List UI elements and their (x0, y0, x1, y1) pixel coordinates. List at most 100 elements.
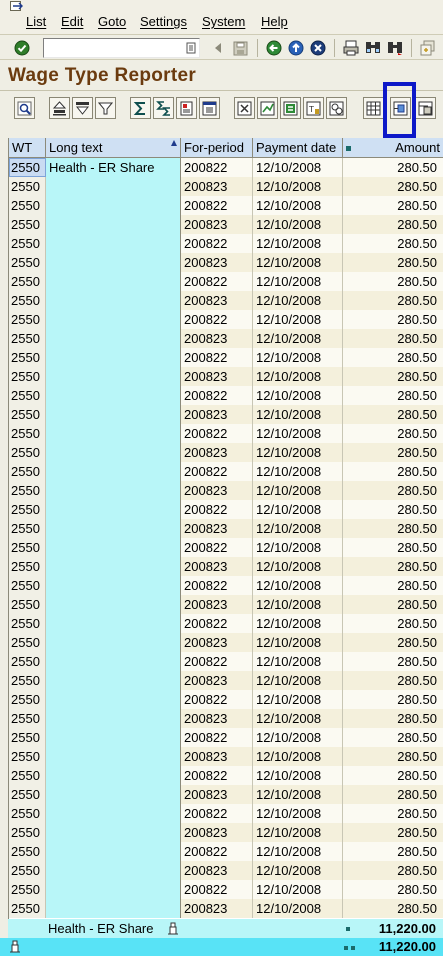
graphic-icon[interactable] (257, 97, 278, 119)
menu-list[interactable]: List (26, 14, 46, 29)
cell-amount[interactable]: 280.50 (343, 348, 443, 367)
local-file-icon[interactable]: T (303, 97, 324, 119)
sort-descending-icon[interactable] (72, 97, 93, 119)
cell-for-period[interactable]: 200822 (181, 880, 253, 899)
cell-amount[interactable]: 280.50 (343, 861, 443, 880)
column-header-amount[interactable]: Amount (343, 138, 443, 158)
cell-for-period[interactable]: 200823 (181, 861, 253, 880)
cell-long-text[interactable] (46, 272, 181, 291)
cell-amount[interactable]: 280.50 (343, 405, 443, 424)
find-icon[interactable] (363, 38, 383, 58)
cell-wt[interactable]: 2550 (9, 804, 46, 823)
cell-for-period[interactable]: 200822 (181, 500, 253, 519)
cell-long-text[interactable] (46, 747, 181, 766)
cell-wt[interactable]: 2550 (9, 690, 46, 709)
cell-for-period[interactable]: 200823 (181, 177, 253, 196)
cell-for-period[interactable]: 200823 (181, 443, 253, 462)
column-header-payment-date[interactable]: Payment date (253, 138, 343, 158)
cell-for-period[interactable]: 200822 (181, 462, 253, 481)
cell-long-text[interactable] (46, 310, 181, 329)
back-green-icon[interactable] (264, 38, 284, 58)
command-field-dropdown-icon[interactable] (186, 42, 196, 54)
cell-for-period[interactable]: 200822 (181, 424, 253, 443)
table-row[interactable]: 2550 200823 12/10/2008 280.50 (9, 367, 443, 386)
cancel-icon[interactable] (308, 38, 328, 58)
cell-for-period[interactable]: 200822 (181, 842, 253, 861)
cell-wt[interactable]: 2550 (9, 633, 46, 652)
cell-amount[interactable]: 280.50 (343, 329, 443, 348)
cell-wt[interactable]: 2550 (9, 310, 46, 329)
cell-payment-date[interactable]: 12/10/2008 (253, 519, 343, 538)
cell-long-text[interactable] (46, 196, 181, 215)
table-row[interactable]: 2550 200823 12/10/2008 280.50 (9, 899, 443, 918)
cell-amount[interactable]: 280.50 (343, 880, 443, 899)
table-row[interactable]: 2550 200822 12/10/2008 280.50 (9, 424, 443, 443)
cell-payment-date[interactable]: 12/10/2008 (253, 785, 343, 804)
cell-long-text[interactable] (46, 500, 181, 519)
cell-payment-date[interactable]: 12/10/2008 (253, 538, 343, 557)
find-next-icon[interactable] (385, 38, 405, 58)
cell-for-period[interactable]: 200822 (181, 766, 253, 785)
cell-for-period[interactable]: 200822 (181, 348, 253, 367)
enter-checkmark-icon[interactable] (12, 38, 32, 58)
cell-for-period[interactable]: 200823 (181, 519, 253, 538)
cell-long-text[interactable]: Health - ER Share (46, 158, 181, 177)
cell-long-text[interactable] (46, 728, 181, 747)
cell-for-period[interactable]: 200822 (181, 196, 253, 215)
cell-for-period[interactable]: 200822 (181, 272, 253, 291)
cell-amount[interactable]: 280.50 (343, 766, 443, 785)
table-row[interactable]: 2550 200822 12/10/2008 280.50 (9, 538, 443, 557)
cell-for-period[interactable]: 200823 (181, 557, 253, 576)
cell-long-text[interactable] (46, 671, 181, 690)
cell-wt[interactable]: 2550 (9, 462, 46, 481)
cell-amount[interactable]: 280.50 (343, 747, 443, 766)
table-row[interactable]: 2550 200823 12/10/2008 280.50 (9, 177, 443, 196)
cell-payment-date[interactable]: 12/10/2008 (253, 557, 343, 576)
cell-payment-date[interactable]: 12/10/2008 (253, 424, 343, 443)
table-row[interactable]: 2550 200823 12/10/2008 280.50 (9, 785, 443, 804)
table-row[interactable]: 2550 200822 12/10/2008 280.50 (9, 310, 443, 329)
cell-for-period[interactable]: 200822 (181, 804, 253, 823)
cell-wt[interactable]: 2550 (9, 861, 46, 880)
table-row[interactable]: 2550 200822 12/10/2008 280.50 (9, 234, 443, 253)
create-session-icon[interactable] (418, 38, 438, 58)
save-layout-icon[interactable] (415, 97, 436, 119)
table-row[interactable]: 2550 200823 12/10/2008 280.50 (9, 747, 443, 766)
cell-amount[interactable]: 280.50 (343, 177, 443, 196)
exit-up-icon[interactable] (286, 38, 306, 58)
cell-long-text[interactable] (46, 462, 181, 481)
cell-amount[interactable]: 280.50 (343, 557, 443, 576)
sum-icon[interactable] (130, 97, 151, 119)
cell-long-text[interactable] (46, 291, 181, 310)
back-arrow-icon[interactable] (208, 38, 228, 58)
cell-for-period[interactable]: 200822 (181, 158, 253, 177)
cell-payment-date[interactable]: 12/10/2008 (253, 766, 343, 785)
cell-wt[interactable]: 2550 (9, 348, 46, 367)
cell-wt[interactable]: 2550 (9, 823, 46, 842)
cell-wt[interactable]: 2550 (9, 196, 46, 215)
cell-payment-date[interactable]: 12/10/2008 (253, 690, 343, 709)
cell-long-text[interactable] (46, 443, 181, 462)
cell-long-text[interactable] (46, 861, 181, 880)
cell-amount[interactable]: 280.50 (343, 272, 443, 291)
cell-payment-date[interactable]: 12/10/2008 (253, 747, 343, 766)
sort-ascending-icon[interactable] (49, 97, 70, 119)
table-row[interactable]: 2550 200822 12/10/2008 280.50 (9, 690, 443, 709)
cell-wt[interactable]: 2550 (9, 880, 46, 899)
cell-wt[interactable]: 2550 (9, 519, 46, 538)
cell-long-text[interactable] (46, 215, 181, 234)
cell-for-period[interactable]: 200822 (181, 576, 253, 595)
cell-amount[interactable]: 280.50 (343, 690, 443, 709)
table-row[interactable]: 2550 200822 12/10/2008 280.50 (9, 386, 443, 405)
cell-long-text[interactable] (46, 804, 181, 823)
cell-long-text[interactable] (46, 519, 181, 538)
cell-wt[interactable]: 2550 (9, 386, 46, 405)
cell-wt[interactable]: 2550 (9, 291, 46, 310)
menu-system[interactable]: System (202, 14, 245, 29)
change-layout-icon[interactable] (363, 97, 384, 119)
cell-for-period[interactable]: 200822 (181, 386, 253, 405)
cell-for-period[interactable]: 200823 (181, 747, 253, 766)
cell-wt[interactable]: 2550 (9, 766, 46, 785)
cell-long-text[interactable] (46, 576, 181, 595)
table-row[interactable]: 2550 200823 12/10/2008 280.50 (9, 481, 443, 500)
